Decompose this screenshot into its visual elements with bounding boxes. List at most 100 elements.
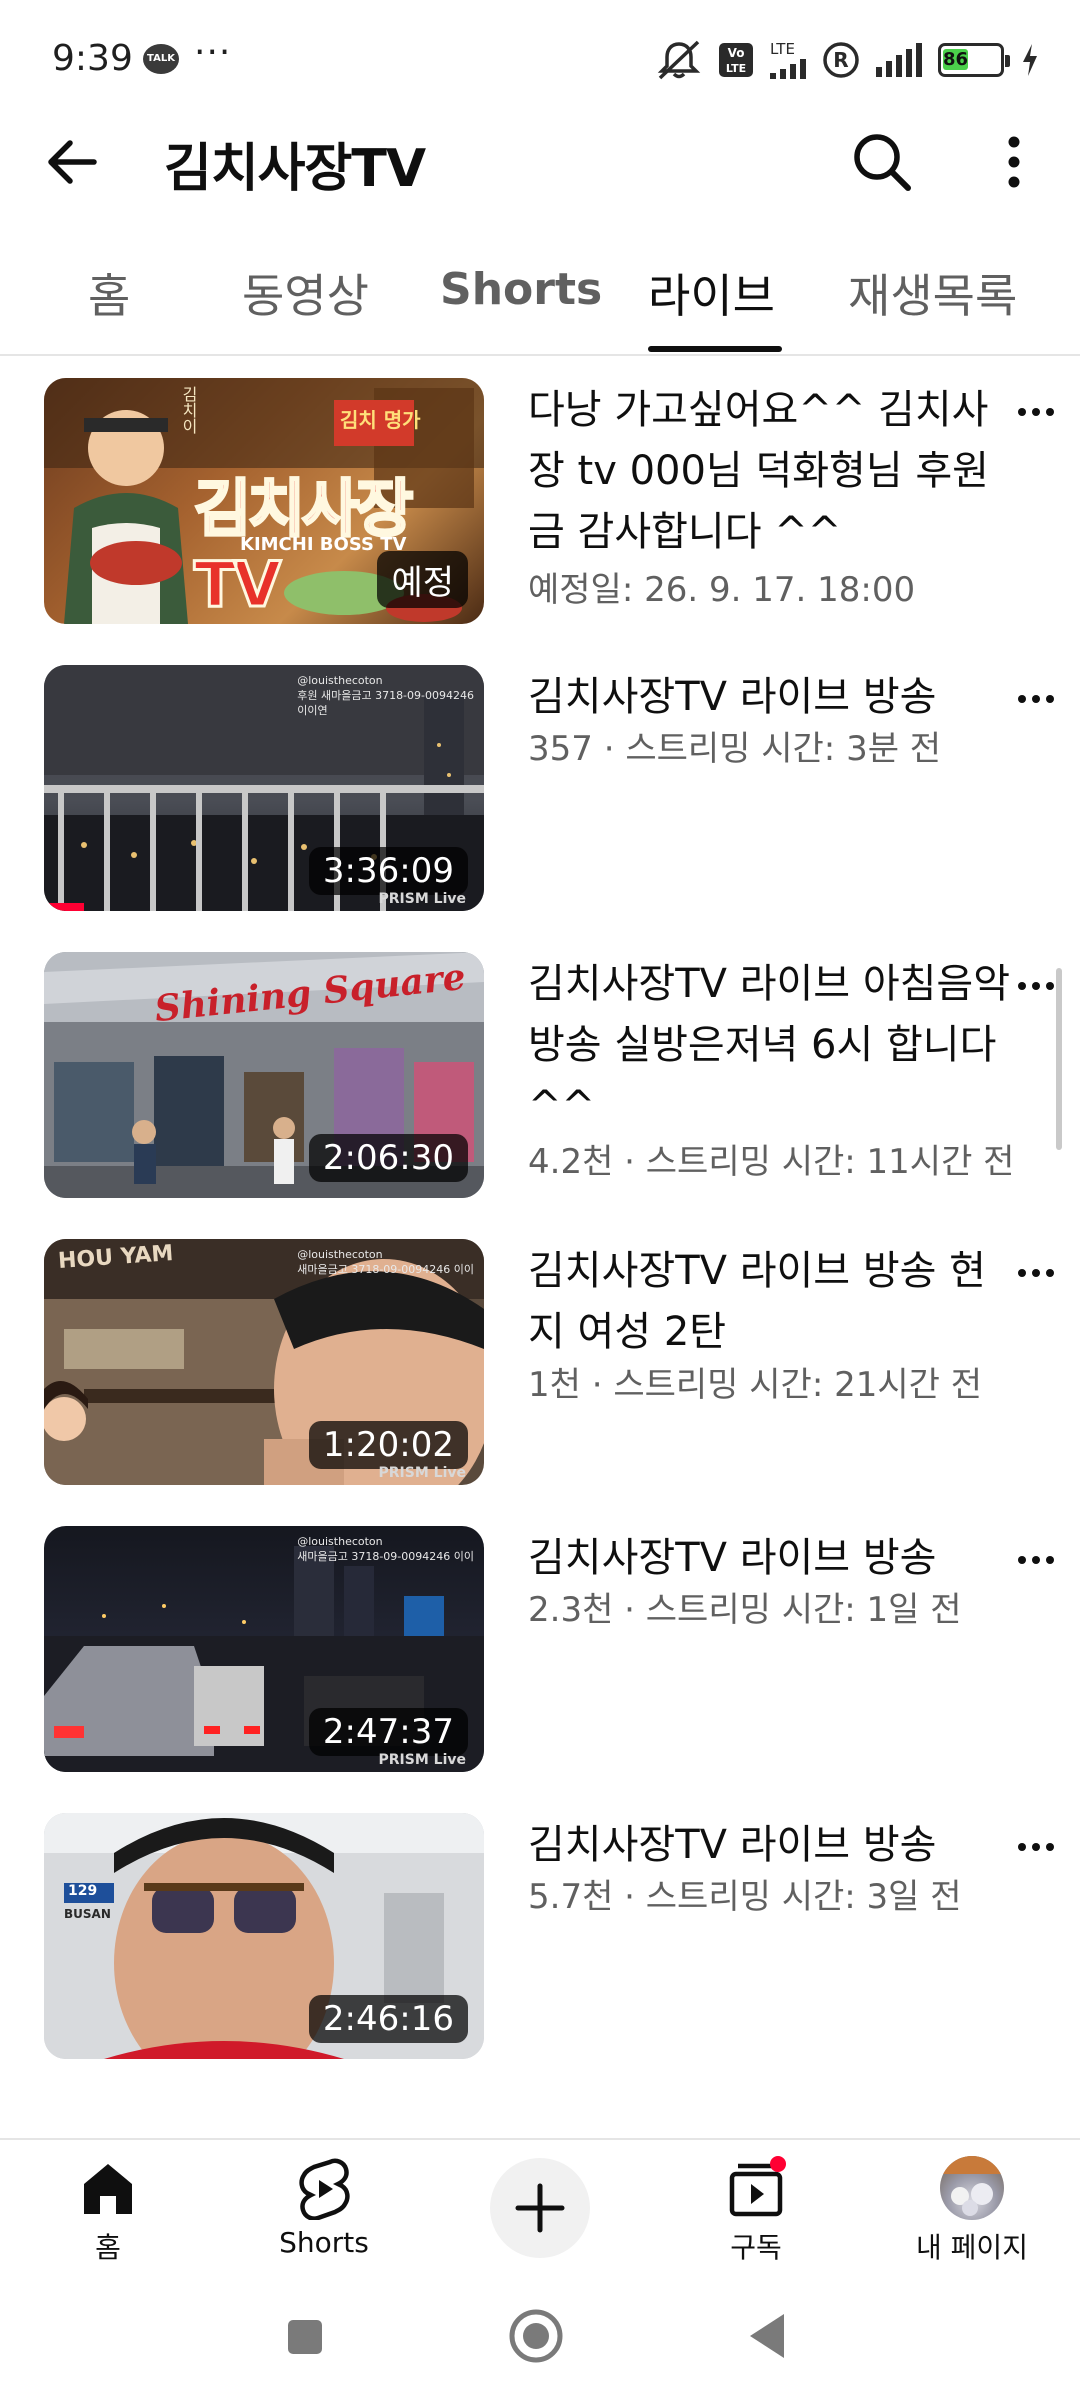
video-title[interactable]: 김치사장TV 라이브 방송 (528, 1815, 1012, 1876)
thumbnail-watermark: @louisthecoton 새마을금고 3718-09-0094246 이이 (297, 1535, 474, 1563)
app-screen: 9:39 TALK ··· Vo LTE LTE R 86 김치사장TV 홈 동… (0, 0, 1080, 2400)
duration-badge: 2:06:30 (308, 1134, 468, 1182)
tab-home[interactable]: 홈 (88, 260, 130, 326)
home-filled-icon (84, 2164, 132, 2214)
video-more-button[interactable] (1012, 679, 1062, 719)
more-notifications-icon: ··· (194, 32, 232, 73)
battery-icon: 86 (938, 40, 1010, 80)
r-icon: R (822, 40, 860, 80)
nav-item-subscriptions[interactable]: 구독 (656, 2150, 856, 2270)
signal-icon (876, 40, 922, 80)
avatar (940, 2156, 1004, 2220)
prism-live-watermark: PRISM Live (378, 891, 466, 907)
thumbnail-sign: 129 (68, 1883, 98, 1899)
list-item[interactable]: 김치 명가 김치이 김치사장TV KIMCHI BOSS TV 예정 다낭 가고… (0, 378, 1080, 624)
video-thumbnail[interactable]: 129 BUSAN 2:46:16 (44, 1813, 484, 2059)
subscriptions-icon (729, 2156, 786, 2217)
nav-label-shorts: Shorts (279, 2226, 369, 2259)
duration-badge: 3:36:09 (308, 847, 468, 895)
nav-item-shorts[interactable]: Shorts (224, 2150, 424, 2270)
back-arrow-icon (48, 140, 97, 184)
watch-progress-bar (44, 903, 84, 911)
back-triangle-icon[interactable] (740, 2306, 800, 2366)
list-item[interactable]: 129 BUSAN 2:46:16 김치사장TV 라이브 방송 5.7천 · 스… (0, 1813, 1080, 2059)
list-item[interactable]: Shining Square 2:06:30 김치사장TV 라이브 아침음악방송… (0, 952, 1080, 1198)
system-navigation-bar (0, 2270, 1080, 2400)
thumbnail-brand-subtext: KIMCHI BOSS TV (240, 534, 407, 555)
prism-live-watermark: PRISM Live (378, 1752, 466, 1768)
app-bar: 김치사장TV (0, 112, 1080, 212)
more-options-button[interactable] (984, 130, 1044, 194)
video-meta: 1천 · 스트리밍 시간: 21시간 전 (528, 1365, 982, 1405)
svg-text:Vo: Vo (728, 46, 745, 60)
nav-label-my-page: 내 페이지 (916, 2231, 1028, 2264)
prism-live-watermark: PRISM Live (378, 1465, 466, 1481)
lte-label: LTE (770, 39, 795, 58)
video-title[interactable]: 김치사장TV 라이브 방송 (528, 667, 1012, 728)
video-thumbnail[interactable]: HOU YAM @louisthecoton 새마을금고 3718-09-009… (44, 1239, 484, 1485)
video-title[interactable]: 김치사장TV 라이브 아침음악방송 실방은저녁 6시 합니다^^ (528, 954, 1012, 1137)
video-meta: 357 · 스트리밍 시간: 3분 전 (528, 729, 942, 769)
nav-item-home[interactable]: 홈 (8, 2150, 208, 2270)
search-icon (854, 134, 911, 191)
list-item[interactable]: HOU YAM @louisthecoton 새마을금고 3718-09-009… (0, 1239, 1080, 1485)
thumbnail-sign: 김치 명가 (340, 408, 421, 432)
back-button[interactable] (40, 130, 104, 194)
plus-icon (515, 2183, 565, 2233)
thumbnail-sign-secondary: BUSAN (64, 1907, 111, 1921)
duration-badge: 1:20:02 (308, 1421, 468, 1469)
video-thumbnail[interactable]: @louisthecoton 후원 새마을금고 3718-09-0094246 … (44, 665, 484, 911)
volte-icon: Vo LTE (718, 40, 754, 80)
video-title[interactable]: 다낭 가고싶어요^^ 김치사장 tv 000님 덕화형님 후원금 감사합니다 ^… (528, 380, 1012, 563)
svg-text:R: R (833, 48, 848, 72)
thumbnail-sign-vertical: 김치이 (179, 386, 198, 434)
mute-icon (656, 40, 702, 80)
channel-title: 김치사장TV (164, 139, 426, 199)
kakaotalk-icon: TALK (143, 44, 179, 74)
scrollbar[interactable] (1056, 968, 1062, 1150)
video-thumbnail[interactable]: @louisthecoton 새마을금고 3718-09-0094246 이이 … (44, 1526, 484, 1772)
list-item[interactable]: @louisthecoton 새마을금고 3718-09-0094246 이이 … (0, 1526, 1080, 1772)
notification-dot (770, 2156, 786, 2172)
video-meta: 예정일: 26. 9. 17. 18:00 (528, 570, 916, 610)
list-item[interactable]: @louisthecoton 후원 새마을금고 3718-09-0094246 … (0, 665, 1080, 911)
duration-badge: 2:47:37 (308, 1708, 468, 1756)
battery-level: 86 (943, 49, 969, 70)
status-time: 9:39 (52, 38, 133, 79)
active-tab-indicator (648, 346, 782, 352)
video-meta: 5.7천 · 스트리밍 시간: 3일 전 (528, 1877, 962, 1917)
video-more-button[interactable] (1012, 966, 1062, 1006)
video-more-button[interactable] (1012, 392, 1062, 432)
recents-square-icon[interactable] (274, 2306, 334, 2366)
lte-signal-icon: LTE (770, 40, 806, 80)
nav-item-my-page[interactable]: 내 페이지 (872, 2150, 1072, 2270)
tab-shorts[interactable]: Shorts (440, 264, 602, 315)
channel-tabs: 홈 동영상 Shorts 라이브 재생목록 (0, 238, 1080, 356)
video-title[interactable]: 김치사장TV 라이브 방송 (528, 1528, 1012, 1589)
create-button[interactable] (490, 2158, 590, 2258)
video-more-button[interactable] (1012, 1540, 1062, 1580)
tab-live[interactable]: 라이브 (648, 260, 775, 326)
video-thumbnail[interactable]: 김치 명가 김치이 김치사장TV KIMCHI BOSS TV 예정 (44, 378, 484, 624)
svg-text:LTE: LTE (726, 62, 746, 75)
shorts-icon (299, 2158, 350, 2220)
tab-playlists[interactable]: 재생목록 (848, 260, 1017, 326)
video-thumbnail[interactable]: Shining Square 2:06:30 (44, 952, 484, 1198)
nav-label-subscriptions: 구독 (730, 2231, 782, 2264)
video-title[interactable]: 김치사장TV 라이브 방송 현지 여성 2탄 (528, 1241, 1012, 1363)
duration-badge: 2:46:16 (308, 1995, 468, 2043)
video-more-button[interactable] (1012, 1253, 1062, 1293)
charging-icon (1020, 40, 1040, 80)
video-more-button[interactable] (1012, 1827, 1062, 1867)
video-meta: 4.2천 · 스트리밍 시간: 11시간 전 (528, 1142, 1015, 1182)
status-bar: 9:39 TALK ··· Vo LTE LTE R 86 (0, 0, 1080, 120)
tab-videos[interactable]: 동영상 (242, 260, 369, 326)
search-button[interactable] (848, 128, 916, 196)
home-circle-icon[interactable] (506, 2306, 566, 2366)
thumbnail-watermark: @louisthecoton 후원 새마을금고 3718-09-0094246 … (297, 674, 474, 717)
scheduled-badge: 예정 (377, 551, 468, 608)
status-icons: Vo LTE LTE R 86 (656, 38, 1040, 82)
video-meta: 2.3천 · 스트리밍 시간: 1일 전 (528, 1590, 962, 1630)
thumbnail-watermark: @louisthecoton 새마을금고 3718-09-0094246 이이 (297, 1248, 474, 1276)
nav-label-home: 홈 (95, 2231, 121, 2264)
